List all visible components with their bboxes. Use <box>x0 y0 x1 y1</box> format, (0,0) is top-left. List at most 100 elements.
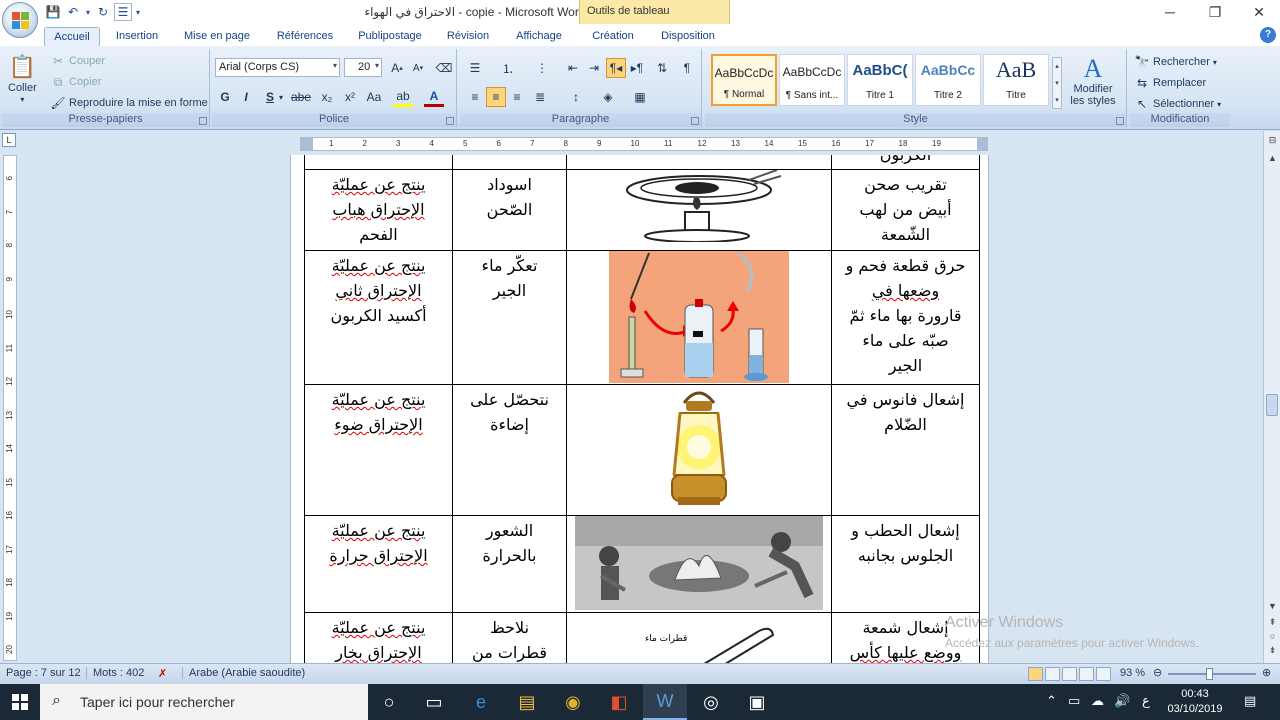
word-count[interactable]: Mots : 402 <box>86 667 144 679</box>
style-heading-1[interactable]: AaBbC(Titre 1 <box>847 54 913 106</box>
copy-button[interactable]: ⧉ Copier <box>50 74 102 90</box>
zoom-slider-knob[interactable] <box>1206 668 1213 680</box>
experiment-cell[interactable]: تقريب صحن أبيض من لهب الشّمعة <box>831 169 980 251</box>
decrease-indent-icon[interactable]: ⇤ <box>563 58 583 78</box>
tab-selector-icon[interactable]: L <box>2 133 16 147</box>
image-cell[interactable] <box>566 169 832 251</box>
styles-dialog-launcher-icon[interactable] <box>1116 117 1124 125</box>
subscript-button[interactable]: x₂ <box>317 87 337 107</box>
font-color-button[interactable]: A <box>424 87 444 107</box>
font-size-combo[interactable]: 20 ▾ <box>344 58 382 77</box>
bullets-icon[interactable]: ☰ <box>465 58 485 78</box>
zoom-in-icon[interactable]: ⊕ <box>1262 666 1271 679</box>
table-cell[interactable]: الكربون <box>831 155 980 170</box>
close-button[interactable]: ✕ <box>1237 0 1280 24</box>
tab-disposition[interactable]: Disposition <box>655 27 721 46</box>
print-layout-view-icon[interactable] <box>1028 667 1043 681</box>
cortana-icon[interactable]: ○ <box>367 684 411 720</box>
tab-creation[interactable]: Création <box>585 27 641 46</box>
scroll-thumb[interactable] <box>1266 394 1278 416</box>
conclusion-cell[interactable]: ينتج عن عمليّة الإحتراق ثاني أكسيد الكربون <box>304 250 453 385</box>
onedrive-icon[interactable]: ☁ <box>1091 693 1104 709</box>
web-layout-view-icon[interactable] <box>1062 667 1077 681</box>
tab-publipostage[interactable]: Publipostage <box>352 27 428 46</box>
numbering-icon[interactable]: ⒈ <box>498 58 518 78</box>
chrome-icon[interactable]: ◉ <box>551 684 595 720</box>
find-button[interactable]: 🔭 Rechercher ▾ <box>1134 54 1217 70</box>
clear-formatting-icon[interactable]: ⌫ <box>434 58 454 78</box>
document-page[interactable]: الكربون ينتج عن عمليّة الإحتراق هباب الفحم… <box>290 155 989 663</box>
conclusion-cell[interactable]: ينتج عن عمليّة الإحتراق بخار <box>304 612 453 663</box>
battery-icon[interactable]: ▭ <box>1068 693 1080 709</box>
edge-icon[interactable]: e <box>459 684 503 720</box>
justify-icon[interactable]: ≣ <box>530 87 550 107</box>
pdf-reader-icon[interactable]: ◧ <box>597 684 641 720</box>
font-size-dropdown-icon[interactable]: ▾ <box>375 61 379 70</box>
experiment-cell[interactable]: إشعال فانوس في الضّلام <box>831 384 980 516</box>
outline-view-icon[interactable] <box>1079 667 1094 681</box>
draft-view-icon[interactable] <box>1096 667 1111 681</box>
observation-cell[interactable]: نتحصّل على إضاءة <box>452 384 567 516</box>
conclusion-cell[interactable]: ينتج عن عمليّة الإحتراق هباب الفحم <box>304 169 453 251</box>
table-cell[interactable] <box>452 155 567 170</box>
font-name-combo[interactable]: Arial (Corps CS) ▾ <box>215 58 340 77</box>
tray-chevron-icon[interactable]: ⌃ <box>1046 693 1057 709</box>
full-screen-view-icon[interactable] <box>1045 667 1060 681</box>
borders-icon[interactable]: ▦ <box>630 87 650 107</box>
previous-page-icon[interactable]: ⇞ <box>1265 617 1280 632</box>
paste-button[interactable]: 📋 Coller ▾ <box>8 53 37 104</box>
change-case-button[interactable]: Aa <box>362 87 386 107</box>
vertical-ruler[interactable]: 6 7 8 9 10 11 12 13 14 15 16 17 18 19 20 <box>3 155 17 661</box>
paragraph-dialog-launcher-icon[interactable] <box>691 117 699 125</box>
image-cell[interactable] <box>566 250 832 385</box>
start-button[interactable] <box>0 684 40 720</box>
tab-accueil[interactable]: Accueil <box>44 27 100 46</box>
tab-mise-en-page[interactable]: Mise en page <box>178 27 256 46</box>
notification-icon[interactable]: ▤ <box>1244 693 1256 709</box>
highlight-button[interactable]: ab <box>393 87 413 107</box>
taskbar-search-box[interactable]: ⌕ Taper ici pour rechercher <box>40 684 368 720</box>
image-cell[interactable] <box>566 515 832 613</box>
select-button[interactable]: ↖ Sélectionner ▾ <box>1134 96 1221 112</box>
style-heading-2[interactable]: AaBbCc Titre 2 <box>915 54 981 106</box>
rtl-direction-icon[interactable]: ¶◂ <box>606 58 626 78</box>
conclusion-cell[interactable]: ينتج عن عمليّة الإحتراق ضوء <box>304 384 453 516</box>
tab-affichage[interactable]: Affichage <box>509 27 569 46</box>
underline-dropdown-icon[interactable]: ▾ <box>276 87 286 107</box>
style-no-spacing[interactable]: AaBbCcDc ¶ Sans int... <box>779 54 845 106</box>
page-count[interactable]: Page : 7 sur 12 <box>6 667 81 679</box>
task-view-icon[interactable]: ▭ <box>412 684 456 720</box>
word-taskbar-icon[interactable]: W <box>643 684 687 720</box>
zoom-level[interactable]: 93 % <box>1120 667 1145 679</box>
observation-cell[interactable]: نلاحظ قطرات من <box>452 612 567 663</box>
maximize-button[interactable]: ❐ <box>1193 0 1237 24</box>
file-explorer-icon[interactable]: ▤ <box>505 684 549 720</box>
horizontal-ruler[interactable]: 1 2 3 4 5 6 7 8 9 10 11 12 13 14 15 16 17 18 19 <box>300 137 988 151</box>
browse-object-icon[interactable]: ○ <box>1265 631 1280 646</box>
strikethrough-button[interactable]: abe <box>288 87 314 107</box>
experiment-cell[interactable]: حرق قطعة فحم و وضعها في قارورة بها ماء ثمّ… <box>831 250 980 385</box>
tab-references[interactable]: Références <box>270 27 340 46</box>
change-styles-button[interactable]: A Modifier les styles <box>1067 55 1119 108</box>
sort-icon[interactable]: ⇅ <box>652 58 672 78</box>
proofing-icon[interactable]: ✗ <box>158 667 167 680</box>
style-normal[interactable]: AaBbCcDc ¶ Normal <box>711 54 777 106</box>
tab-insertion[interactable]: Insertion <box>108 27 166 46</box>
language-indicator[interactable]: Arabe (Arabie saoudite) <box>182 667 305 679</box>
shrink-font-icon[interactable]: A ▾ <box>408 58 428 78</box>
vertical-scrollbar[interactable]: ⊟ ▲ ▼ ⇞ ○ ⇟ <box>1263 131 1280 663</box>
minimize-button[interactable]: ─ <box>1148 0 1192 24</box>
grow-font-icon[interactable]: A ▴ <box>387 58 407 78</box>
clock[interactable]: 00:43 03/10/2019 <box>1160 687 1230 717</box>
table-cell[interactable] <box>566 155 832 170</box>
media-app-icon[interactable]: ◎ <box>689 684 733 720</box>
table-cell[interactable] <box>304 155 453 170</box>
font-dialog-launcher-icon[interactable] <box>446 117 454 125</box>
align-left-icon[interactable]: ≡ <box>465 87 485 107</box>
next-page-icon[interactable]: ⇟ <box>1265 645 1280 660</box>
scroll-down-icon[interactable]: ▼ <box>1265 601 1280 616</box>
superscript-button[interactable]: x² <box>340 87 360 107</box>
cut-button[interactable]: ✂ Couper <box>50 53 105 69</box>
observation-cell[interactable]: تعكّر ماء الجير <box>452 250 567 385</box>
clipboard-dialog-launcher-icon[interactable] <box>199 117 207 125</box>
